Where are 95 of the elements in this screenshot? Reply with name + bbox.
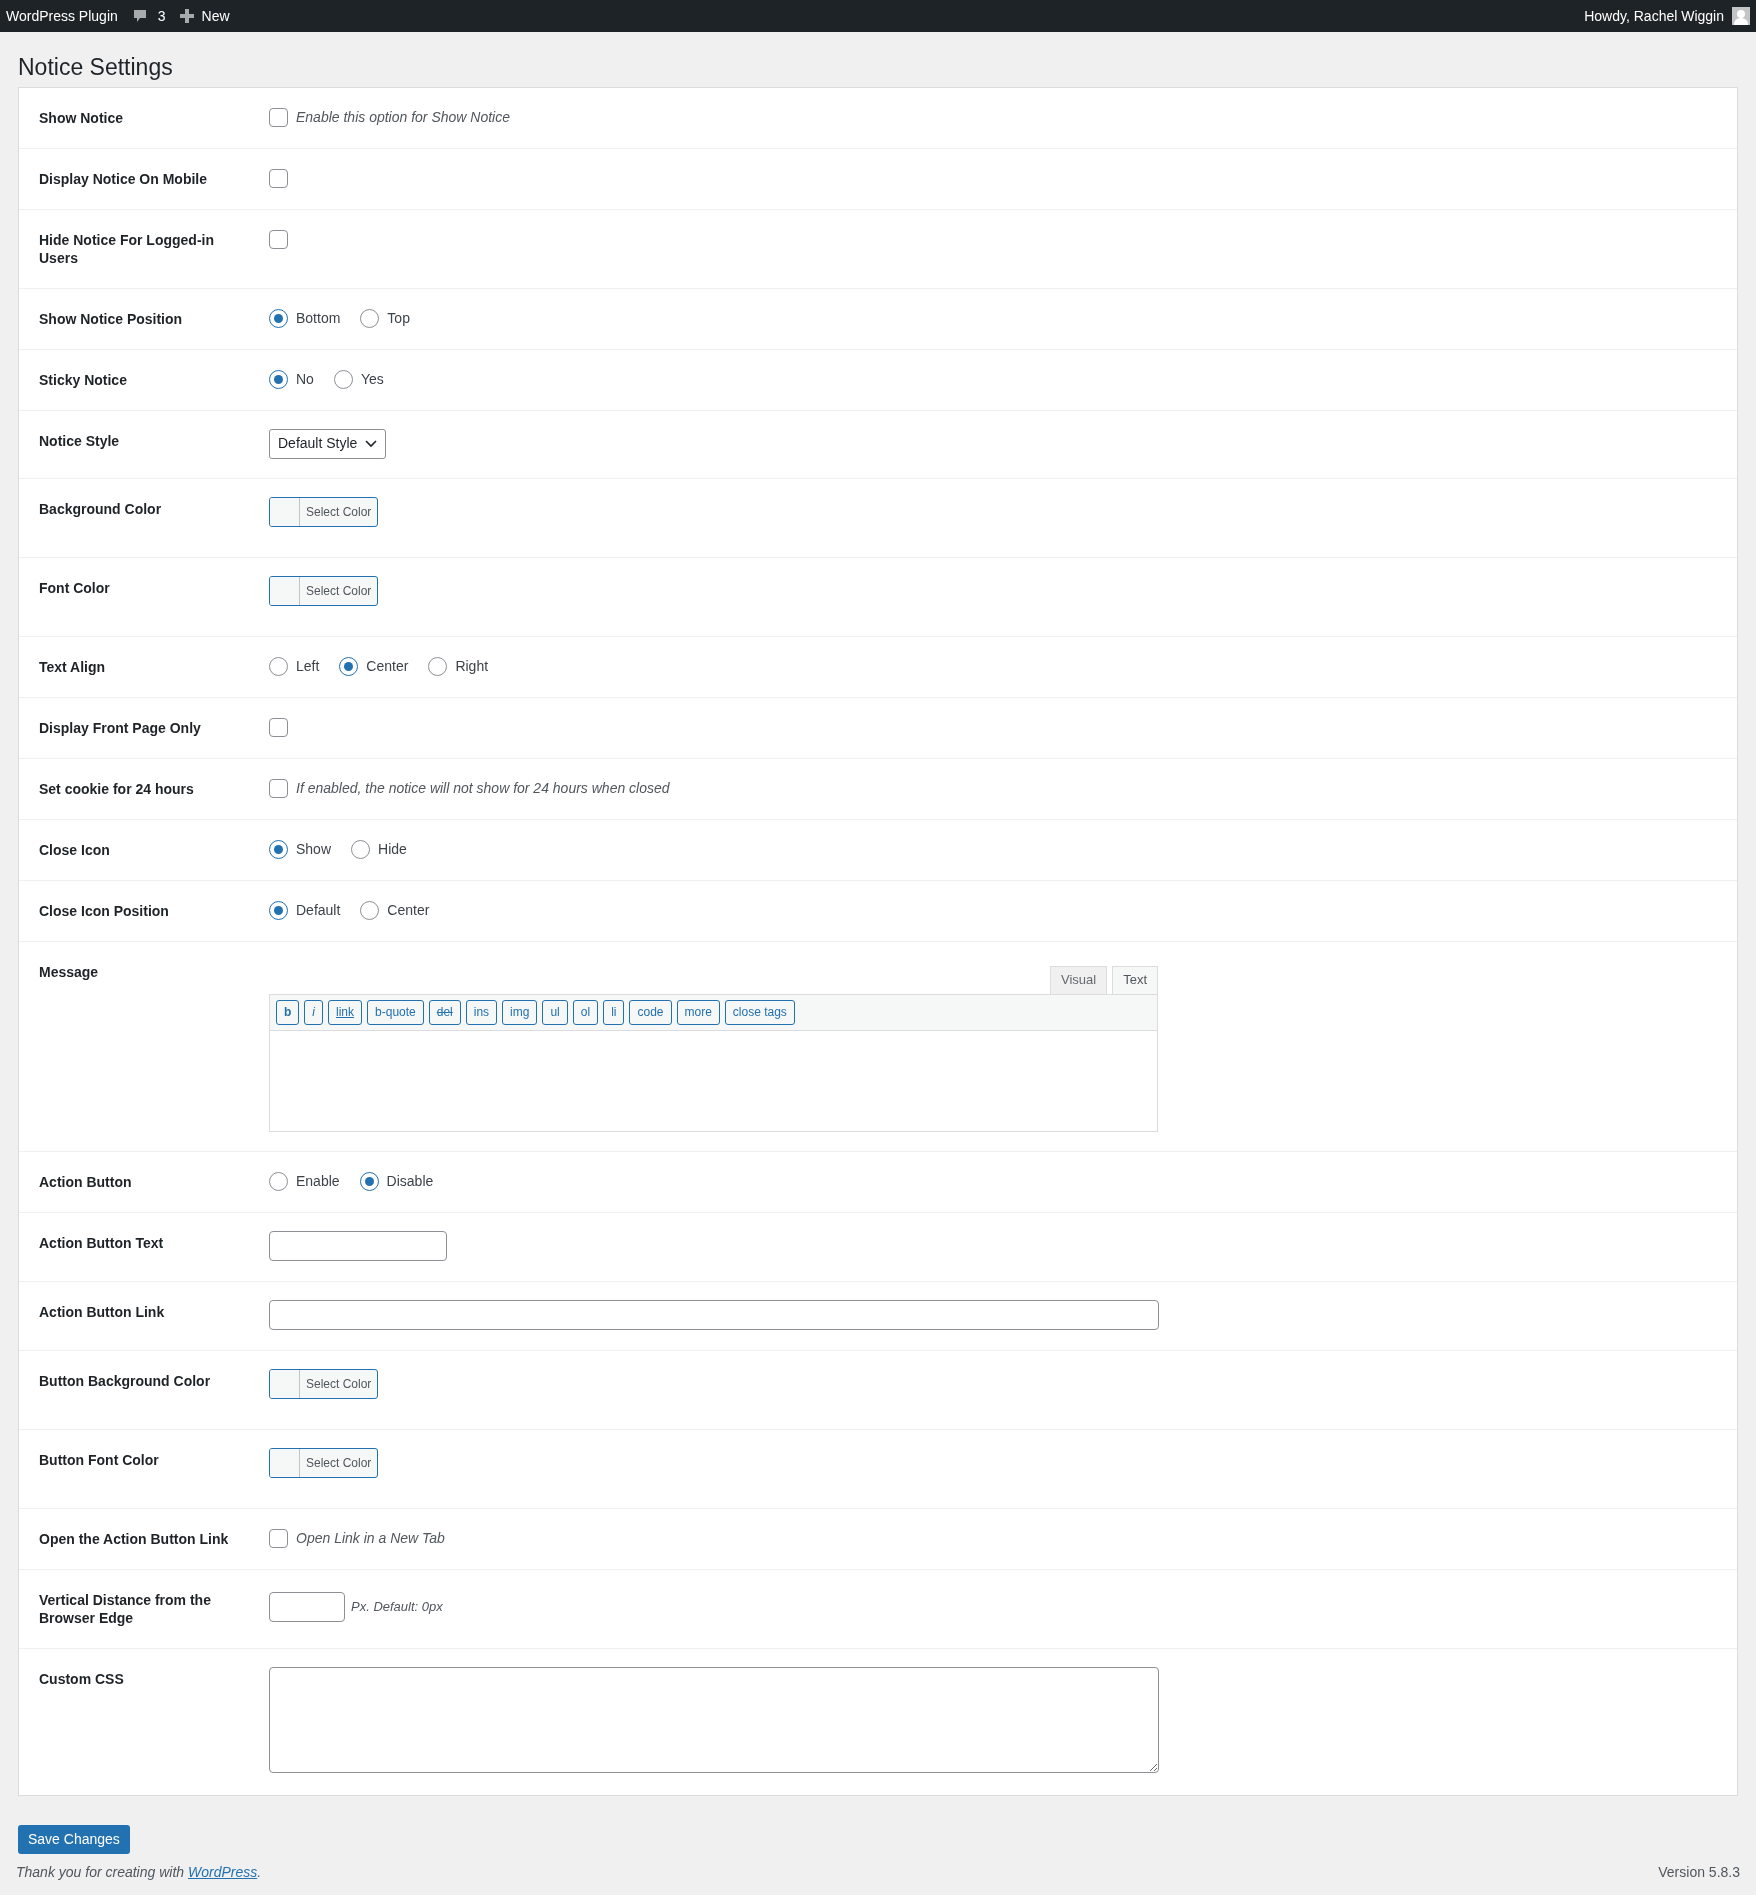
field-label: Action Button Link	[39, 1302, 166, 1322]
text-input[interactable]	[269, 1299, 1159, 1330]
radio-button[interactable]	[269, 1172, 288, 1191]
field-label: Button Background Color	[39, 1371, 212, 1391]
radio-button[interactable]	[269, 309, 288, 328]
css-textarea[interactable]	[269, 1666, 1159, 1773]
radio-button[interactable]	[269, 370, 288, 389]
checkbox[interactable]	[269, 779, 288, 798]
style-dropdown[interactable]: Default Style	[269, 428, 387, 459]
toolbar-button[interactable]: ul	[542, 999, 568, 1025]
radio-button[interactable]	[360, 901, 380, 920]
text-input[interactable]	[269, 1230, 447, 1261]
checkbox[interactable]	[269, 230, 288, 249]
radio-label: Right	[455, 657, 489, 676]
toolbar-button[interactable]: b	[276, 999, 300, 1025]
color-picker-button[interactable]: Select Color	[269, 575, 379, 606]
radio-label: Disable	[386, 1172, 434, 1191]
field-label: Set cookie for 24 hours	[39, 779, 195, 799]
avatar-icon[interactable]	[1732, 7, 1750, 25]
radio-button[interactable]	[428, 657, 448, 676]
toolbar-button[interactable]: b-quote	[367, 999, 424, 1025]
number-input[interactable]	[269, 1591, 345, 1622]
field-label: Show Notice	[39, 108, 124, 128]
footer-text: Thank you for creating with WordPress.	[16, 1863, 262, 1882]
field-label: Close Icon	[39, 840, 111, 860]
toolbar-button[interactable]: code	[629, 999, 672, 1025]
field-label: Message	[39, 962, 100, 982]
field-label: Close Icon Position	[39, 901, 170, 921]
toolbar-button[interactable]: close tags	[724, 999, 795, 1025]
field-label: Show Notice Position	[39, 309, 184, 329]
toolbar-button[interactable]: more	[676, 999, 720, 1025]
toolbar-button[interactable]: ol	[572, 999, 599, 1025]
radio-label: Enable	[296, 1172, 340, 1191]
field-label: Sticky Notice	[39, 370, 128, 390]
radio-label: Center	[366, 657, 409, 676]
radio-button[interactable]	[333, 370, 353, 389]
field-label: Notice Style	[39, 431, 121, 451]
site-name-link[interactable]: WordPress Plugin	[6, 5, 118, 27]
radio-label: Yes	[360, 370, 384, 389]
radio-label: Default	[296, 901, 341, 920]
checkbox[interactable]	[269, 169, 288, 188]
toolbar-button[interactable]: link	[328, 999, 363, 1025]
greeting-link[interactable]: Howdy, Rachel Wiggin	[1584, 5, 1724, 27]
toolbar-button[interactable]: ins	[465, 999, 498, 1025]
color-picker-button[interactable]: Select Color	[269, 496, 379, 527]
editor-tab[interactable]: Text	[1112, 965, 1158, 994]
field-label: Action Button	[39, 1172, 133, 1192]
field-label: Action Button Text	[39, 1233, 165, 1253]
radio-label: Bottom	[296, 309, 341, 328]
chevron-icon	[365, 439, 378, 448]
field-label: Open the Action Button Link	[39, 1529, 230, 1549]
save-button[interactable]: Save Changes	[18, 1824, 130, 1854]
field-label: Hide Notice For Logged-in Users	[39, 230, 215, 268]
version-text: Version 5.8.3	[1658, 1863, 1740, 1882]
checkbox[interactable]	[269, 108, 288, 127]
color-picker-button[interactable]: Select Color	[269, 1447, 379, 1478]
radio-label: Left	[296, 657, 320, 676]
checkbox-label: Enable this option for Show Notice	[296, 108, 510, 127]
field-label: Font Color	[39, 578, 111, 598]
field-label: Custom CSS	[39, 1669, 125, 1689]
radio-button[interactable]	[360, 309, 380, 328]
field-label: Background Color	[39, 499, 163, 519]
radio-button[interactable]	[359, 1172, 379, 1191]
dropdown-value: Default Style	[278, 434, 358, 453]
editor-tab[interactable]: Visual	[1049, 965, 1108, 994]
comment-icon[interactable]	[131, 8, 148, 24]
field-label: Text Align	[39, 657, 107, 677]
color-picker-button[interactable]: Select Color	[269, 1368, 379, 1399]
field-label: Vertical Distance from the Browser Edge	[39, 1590, 212, 1628]
radio-label: Center	[387, 901, 430, 920]
radio-label: Hide	[378, 840, 407, 859]
radio-button[interactable]	[269, 901, 288, 920]
plus-icon[interactable]	[179, 9, 194, 23]
hint-text: Px. Default: 0px	[351, 1597, 443, 1616]
radio-label: Top	[387, 309, 410, 328]
checkbox[interactable]	[269, 1529, 288, 1548]
radio-button[interactable]	[339, 657, 359, 676]
toolbar-button[interactable]: img	[502, 999, 538, 1025]
comment-count[interactable]: 3	[157, 5, 166, 27]
checkbox-label: If enabled, the notice will not show for 24 hours when closed	[296, 779, 670, 798]
radio-label: No	[296, 370, 314, 389]
radio-label: Show	[296, 840, 332, 859]
field-label: Display Notice On Mobile	[39, 169, 209, 189]
radio-button[interactable]	[269, 840, 288, 859]
field-label: Button Font Color	[39, 1450, 160, 1470]
radio-button[interactable]	[269, 657, 288, 676]
toolbar-button[interactable]: i	[304, 999, 323, 1025]
field-label: Display Front Page Only	[39, 718, 202, 738]
checkbox[interactable]	[269, 718, 288, 737]
checkbox-label: Open Link in a New Tab	[296, 1529, 445, 1548]
toolbar-button[interactable]: del	[428, 999, 461, 1025]
page-title: Notice Settings	[18, 53, 174, 82]
new-link[interactable]: New	[201, 5, 230, 27]
toolbar-button[interactable]: li	[603, 999, 625, 1025]
radio-button[interactable]	[351, 840, 371, 859]
